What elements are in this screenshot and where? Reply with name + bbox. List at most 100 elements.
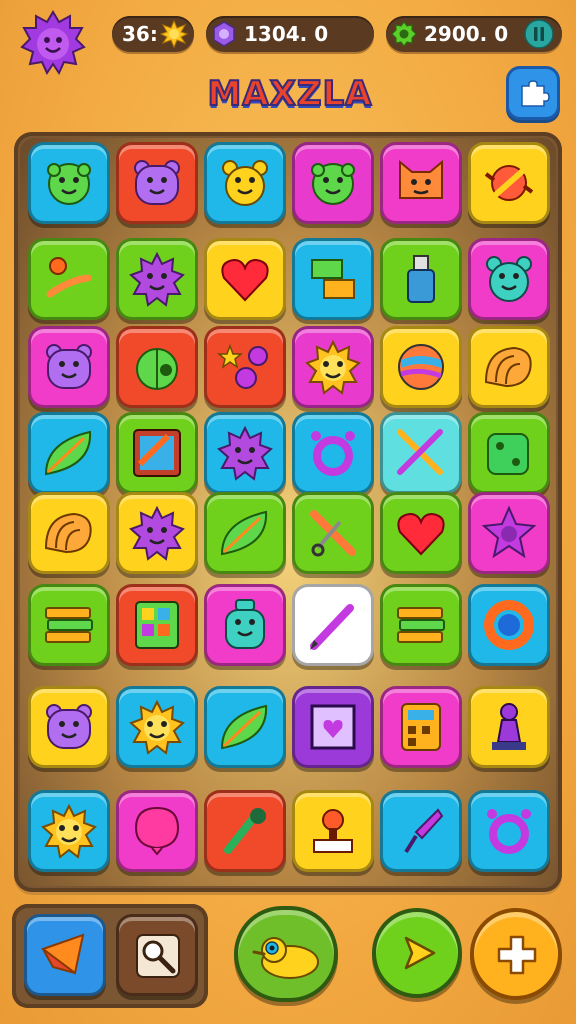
coins-counter: 2900. 0 [386, 16, 562, 52]
tile-r2-c1[interactable] [28, 238, 110, 320]
puzzle-button[interactable] [506, 66, 560, 120]
coins-value: 2900. 0 [424, 22, 509, 46]
tile-r2-c6[interactable] [468, 238, 550, 320]
creature-button[interactable] [234, 906, 338, 1002]
tile-r5-c6[interactable] [468, 492, 550, 574]
magnifier-tool-button[interactable] [116, 914, 198, 996]
tile-r2-c5[interactable] [380, 238, 462, 320]
green-monster-icon [47, 163, 91, 205]
purple-bear-icon [46, 344, 92, 389]
tile-r3-c4[interactable] [292, 326, 374, 408]
pawn-icon [492, 703, 526, 750]
add-button[interactable] [470, 908, 562, 1000]
tile-r7-c1[interactable] [28, 686, 110, 768]
leaf-icon [44, 430, 92, 476]
top-bar: 36: 1304. 0 2900. 0 MAXZLA [0, 0, 576, 120]
tile-r1-c5[interactable] [380, 142, 462, 224]
green-monster-icon [311, 163, 355, 205]
pause-icon[interactable] [524, 19, 554, 49]
tool-tray [12, 904, 208, 1008]
arrow-right-icon [404, 936, 436, 970]
play-button[interactable] [372, 908, 462, 998]
tile-r8-c1[interactable] [28, 790, 110, 872]
blocks-icon [311, 259, 355, 299]
tile-r3-c6[interactable] [468, 326, 550, 408]
tile-r3-c5[interactable] [380, 326, 462, 408]
tile-r1-c6[interactable] [468, 142, 550, 224]
tile-r8-c3[interactable] [204, 790, 286, 872]
tile-r8-c6[interactable] [468, 790, 550, 872]
stars-value: 36: [122, 22, 158, 46]
tile-r6-c6[interactable] [468, 584, 550, 666]
tile-r8-c2[interactable] [116, 790, 198, 872]
sun-avatar-icon[interactable] [20, 10, 86, 76]
tile-r1-c4[interactable] [292, 142, 374, 224]
tile-r2-c4[interactable] [292, 238, 374, 320]
tile-r3-c1[interactable] [28, 326, 110, 408]
tile-r4-c3[interactable] [204, 412, 286, 494]
tile-r1-c3[interactable] [204, 142, 286, 224]
sun-icon [160, 20, 188, 48]
tile-r3-c3[interactable] [204, 326, 286, 408]
tile-r4-c6[interactable] [468, 412, 550, 494]
purple-sun-icon [129, 251, 185, 307]
stamp-icon [313, 809, 353, 853]
leaf-icon [220, 510, 268, 556]
sun-icon [129, 699, 185, 755]
tile-r6-c4[interactable] [292, 584, 374, 666]
star-bubbles-icon [216, 343, 268, 389]
tile-r4-c2[interactable] [116, 412, 198, 494]
orange-cat-icon [399, 159, 443, 199]
tile-r6-c1[interactable] [28, 584, 110, 666]
tile-r8-c4[interactable] [292, 790, 374, 872]
tile-r7-c4[interactable] [292, 686, 374, 768]
sun-icon [305, 339, 361, 395]
bottom-bar [0, 900, 576, 1024]
book-stack-icon [45, 607, 93, 643]
tile-r5-c2[interactable] [116, 492, 198, 574]
cheese-tool-button[interactable] [24, 914, 106, 996]
brush-icon [224, 808, 266, 854]
pen-icon [310, 604, 354, 650]
tile-r5-c1[interactable] [28, 492, 110, 574]
tile-r7-c3[interactable] [204, 686, 286, 768]
tile-r4-c5[interactable] [380, 412, 462, 494]
tile-r5-c5[interactable] [380, 492, 462, 574]
ring-icon [311, 431, 355, 476]
tile-r7-c2[interactable] [116, 686, 198, 768]
tile-r2-c2[interactable] [116, 238, 198, 320]
tile-r6-c5[interactable] [380, 584, 462, 666]
ball-icon [398, 344, 444, 390]
red-candy-icon [484, 165, 534, 201]
tile-r2-c3[interactable] [204, 238, 286, 320]
creature-icon [252, 937, 319, 979]
green-fruit-icon [136, 348, 178, 390]
purple-bear-icon [134, 160, 180, 205]
calculator-icon [401, 703, 441, 751]
tile-r4-c1[interactable] [28, 412, 110, 494]
donut-icon [484, 600, 534, 650]
purple-sun-icon [217, 425, 273, 481]
tile-r1-c2[interactable] [116, 142, 198, 224]
heart-icon [397, 512, 445, 556]
tile-r6-c3[interactable] [204, 584, 286, 666]
gems-counter: 1304. 0 [206, 16, 374, 52]
sun-icon [41, 803, 97, 859]
tile-r7-c5[interactable] [380, 686, 462, 768]
tile-r6-c2[interactable] [116, 584, 198, 666]
tile-r3-c2[interactable] [116, 326, 198, 408]
game-title: MAXZLA [207, 73, 373, 115]
purple-bear-icon [46, 704, 92, 749]
shell-icon [44, 512, 92, 554]
teal-bear-icon [486, 256, 532, 302]
tile-r8-c5[interactable] [380, 790, 462, 872]
gem-icon [213, 21, 235, 47]
tile-r7-c6[interactable] [468, 686, 550, 768]
tile-r5-c3[interactable] [204, 492, 286, 574]
dice-icon [487, 433, 529, 475]
tile-r4-c4[interactable] [292, 412, 374, 494]
tile-r5-c4[interactable] [292, 492, 374, 574]
yellow-bear-icon [222, 160, 268, 206]
tile-r1-c1[interactable] [28, 142, 110, 224]
ring-icon [487, 809, 531, 854]
